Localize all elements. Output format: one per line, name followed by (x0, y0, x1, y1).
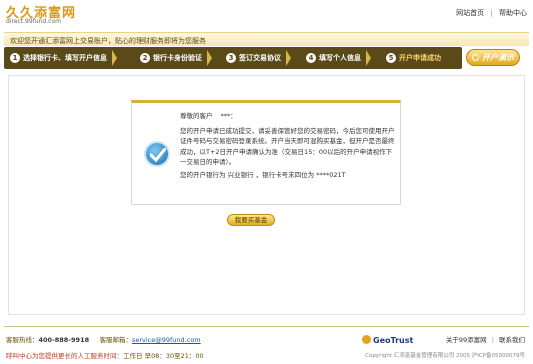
step-4: 4 填写个人信息 (306, 50, 371, 66)
footer-divider (4, 326, 529, 327)
footer: 客服热线：400-888-9918 客服邮箱：service@99fund.co… (4, 330, 529, 364)
notice-text: 尊敬的客户 ***： 您的开户申请已成功提交，请妥善保管好您的交易密码，今后您可使… (180, 111, 395, 182)
link-separator: | (491, 336, 494, 344)
bank-info: 您的开户银行为 兴业银行 ，银行卡号末四位为 ****021T (180, 170, 346, 179)
step-arrow-icon (286, 50, 291, 66)
greeting-label: 尊敬的客户 (180, 112, 213, 120)
welcome-text: 欢迎您开通汇添富网上交易账户，贴心的理财服务即将为您服务 (10, 37, 206, 45)
step-number: 3 (226, 53, 236, 63)
step-number: 2 (140, 53, 150, 63)
main-content: 尊敬的客户 ***： 您的开户申请已成功提交，请妥善保管好您的交易密码，今后您可使… (8, 75, 525, 315)
step-arrow-icon (207, 50, 212, 66)
top-links: 网站首页 | 帮助中心 (456, 8, 527, 18)
step-number: 1 (10, 53, 20, 63)
about-link[interactable]: 关于99添富网 (446, 336, 487, 344)
hotline-number: 400-888-9918 (38, 336, 90, 344)
email-label: 客服邮箱： (99, 336, 132, 344)
greeting: 尊敬的客户 ***： (180, 111, 395, 122)
header: 久久添富网 direct.99fund.com 网站首页 | 帮助中心 (0, 0, 533, 30)
email-link[interactable]: service@99fund.com (132, 336, 201, 344)
geotrust-label: GeoTrust (373, 336, 414, 345)
buy-fund-button[interactable]: 我要买基金 (227, 214, 275, 226)
step-label: 填写个人信息 (319, 54, 361, 62)
geotrust-logo[interactable]: GeoTrust (362, 335, 413, 345)
help-center-link[interactable]: 帮助中心 (499, 8, 527, 18)
step-5: 5 开户申请成功 (386, 50, 441, 66)
demo-button-label: 开户演示 (482, 53, 514, 62)
checkmark-icon (144, 141, 170, 167)
home-link[interactable]: 网站首页 (456, 8, 484, 18)
contact-info: 客服热线：400-888-9918 客服邮箱：service@99fund.co… (6, 334, 201, 344)
footer-links: 关于99添富网 | 联系我们 (446, 334, 525, 344)
step-3: 3 签订交易协议 (226, 50, 291, 66)
welcome-bar: 欢迎您开通汇添富网上交易账户，贴心的理财服务即将为您服务 (4, 32, 529, 46)
step-label: 银行卡身份验证 (153, 54, 202, 62)
step-1: 1 选择银行卡、填写开户信息 (10, 50, 117, 66)
customer-name: *** (220, 112, 231, 120)
greeting-suffix: ： (230, 112, 237, 120)
service-hours: 呼叫中心为您提供更长的人工服务时间：工作日 早08：30至21：00 (6, 350, 204, 360)
step-arrow-icon (112, 50, 117, 66)
step-number: 4 (306, 53, 316, 63)
contact-link[interactable]: 联系我们 (499, 336, 525, 344)
step-2: 2 银行卡身份验证 (140, 50, 212, 66)
success-notice: 尊敬的客户 ***： 您的开户申请已成功提交，请妥善保管好您的交易密码，今后您可使… (131, 100, 401, 205)
step-arrow-icon (366, 50, 371, 66)
progress-steps: 1 选择银行卡、填写开户信息 2 银行卡身份验证 3 签订交易协议 4 填写个人信息 5… (4, 47, 462, 69)
site-url: direct.99fund.com (6, 18, 61, 25)
hotline-label: 客服热线： (6, 336, 39, 344)
notice-paragraph: 您的开户申请已成功提交，请妥善保管好您的交易密码，今后您可使用开户证件号码与交易… (180, 126, 395, 167)
hours-value: 工作日 早08：30至21：00 (123, 352, 204, 360)
step-label: 开户申请成功 (399, 54, 441, 62)
hours-prefix: 呼叫中心为您提供更长的人工服务时间： (6, 352, 123, 360)
link-separator: | (490, 9, 493, 17)
copyright: Copyright 汇添富基金管理有限公司 2005 沪ICP备05000079… (365, 353, 525, 359)
step-label: 签订交易协议 (239, 54, 281, 62)
step-label: 选择银行卡、填写开户信息 (23, 54, 107, 62)
play-icon (472, 54, 479, 61)
step-number: 5 (386, 53, 396, 63)
geotrust-icon (362, 335, 371, 344)
account-demo-button[interactable]: 开户演示 (466, 49, 520, 66)
